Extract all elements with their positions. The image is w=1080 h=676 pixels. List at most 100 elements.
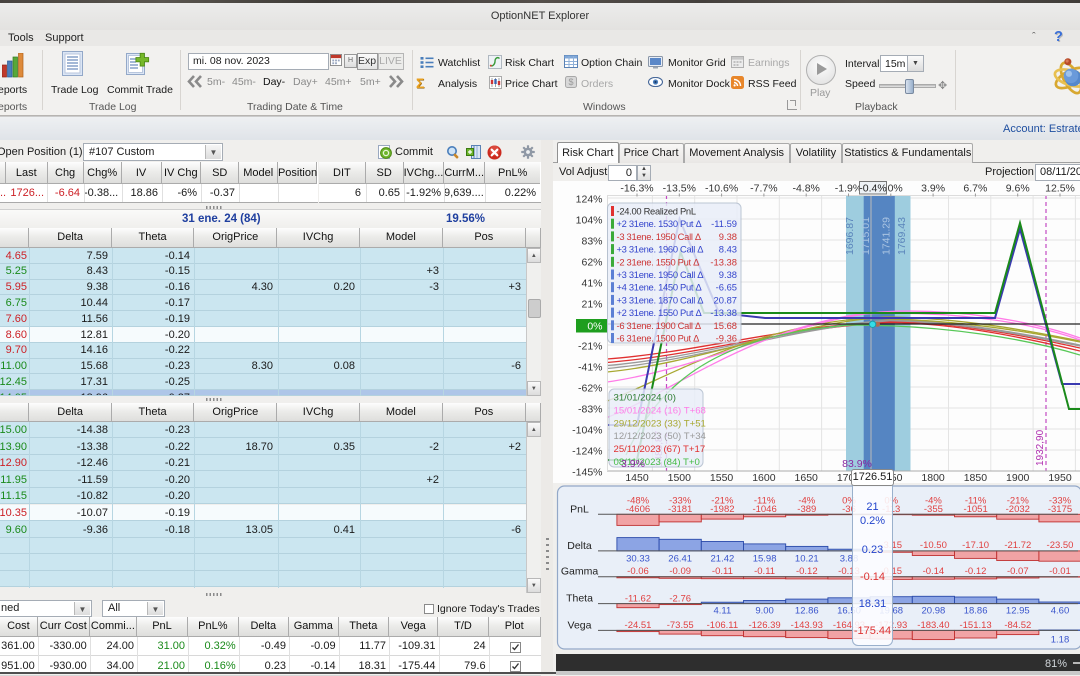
svg-text:104%: 104% bbox=[576, 215, 603, 227]
svg-text:15.98: 15.98 bbox=[753, 554, 777, 565]
svg-text:-0.11: -0.11 bbox=[712, 566, 733, 577]
svg-text:9.00: 9.00 bbox=[755, 606, 774, 617]
svg-text:4.11: 4.11 bbox=[714, 606, 732, 617]
svg-text:-13.38: -13.38 bbox=[710, 256, 737, 267]
svg-text:-83%: -83% bbox=[578, 404, 603, 416]
svg-text:41%: 41% bbox=[581, 278, 602, 290]
svg-text:12.5%: 12.5% bbox=[1045, 183, 1075, 195]
svg-text:-41%: -41% bbox=[578, 362, 603, 374]
svg-text:-126.39: -126.39 bbox=[748, 620, 780, 631]
svg-text:-0.12: -0.12 bbox=[796, 566, 818, 577]
svg-text:25/11/2023 (67) T+17: 25/11/2023 (67) T+17 bbox=[614, 444, 706, 455]
svg-text:-2.76: -2.76 bbox=[669, 593, 691, 604]
svg-text:20.98: 20.98 bbox=[922, 606, 946, 617]
svg-text:-143.93: -143.93 bbox=[791, 620, 823, 631]
svg-text:-21%: -21% bbox=[578, 341, 603, 353]
svg-text:6.7%: 6.7% bbox=[963, 183, 987, 195]
svg-text:12.86: 12.86 bbox=[795, 606, 819, 617]
svg-text:-24.51: -24.51 bbox=[625, 620, 652, 631]
svg-text:-2 31ene. 1550 Put Δ: -2 31ene. 1550 Put Δ bbox=[617, 256, 700, 267]
svg-text:-13.38: -13.38 bbox=[710, 307, 737, 318]
svg-text:-3175: -3175 bbox=[1048, 504, 1072, 515]
svg-text:-145%: -145% bbox=[572, 467, 602, 479]
svg-text:20.87: 20.87 bbox=[714, 294, 737, 305]
svg-text:Delta: Delta bbox=[567, 540, 592, 552]
svg-text:-6 31ene. 1900 Call Δ: -6 31ene. 1900 Call Δ bbox=[617, 320, 701, 331]
svg-text:-16.3%: -16.3% bbox=[620, 183, 653, 195]
svg-text:-17.10: -17.10 bbox=[962, 540, 989, 551]
svg-text:-0.06: -0.06 bbox=[627, 566, 649, 577]
svg-text:29/12/2023 (33) T+51: 29/12/2023 (33) T+51 bbox=[614, 418, 706, 429]
svg-text:-2032: -2032 bbox=[1006, 504, 1030, 515]
svg-text:9.38: 9.38 bbox=[719, 269, 737, 280]
svg-text:-1982: -1982 bbox=[710, 504, 734, 515]
svg-text:+4 31ene. 1450 Put Δ: +4 31ene. 1450 Put Δ bbox=[617, 282, 702, 293]
svg-text:-6 31ene. 1500 Put Δ: -6 31ene. 1500 Put Δ bbox=[617, 333, 700, 344]
svg-text:26.41: 26.41 bbox=[668, 554, 692, 565]
svg-text:-24.00 Realized PnL: -24.00 Realized PnL bbox=[617, 206, 696, 217]
svg-text:1741.29: 1741.29 bbox=[881, 217, 893, 255]
svg-text:+2 31ene. 1550 Put Δ: +2 31ene. 1550 Put Δ bbox=[617, 307, 702, 318]
svg-text:-3 31ene. 1950 Call Δ: -3 31ene. 1950 Call Δ bbox=[617, 231, 701, 242]
svg-text:PnL: PnL bbox=[570, 503, 589, 515]
svg-text:3.9%: 3.9% bbox=[921, 183, 945, 195]
svg-text:-11.62: -11.62 bbox=[625, 593, 651, 604]
svg-text:8.43: 8.43 bbox=[719, 244, 737, 255]
svg-text:+3 31ene. 1870 Call Δ: +3 31ene. 1870 Call Δ bbox=[617, 294, 704, 305]
svg-text:-106.11: -106.11 bbox=[707, 620, 739, 631]
svg-text:1.18: 1.18 bbox=[1051, 635, 1070, 646]
svg-text:62%: 62% bbox=[581, 257, 602, 269]
svg-text:9.6%: 9.6% bbox=[1006, 183, 1030, 195]
svg-text:-1046: -1046 bbox=[752, 504, 776, 515]
svg-text:15/01/2024 (16) T+68: 15/01/2024 (16) T+68 bbox=[614, 405, 706, 416]
svg-text:9.38: 9.38 bbox=[719, 231, 737, 242]
svg-text:-1051: -1051 bbox=[963, 504, 987, 515]
svg-text:18.86: 18.86 bbox=[964, 606, 988, 617]
svg-text:-4.8%: -4.8% bbox=[792, 183, 819, 195]
svg-text:Gamma: Gamma bbox=[561, 566, 599, 578]
svg-text:31/01/2024 (0): 31/01/2024 (0) bbox=[614, 393, 676, 404]
svg-text:-21.72: -21.72 bbox=[1004, 540, 1031, 551]
svg-text:10.21: 10.21 bbox=[795, 554, 819, 565]
svg-text:-10.50: -10.50 bbox=[920, 540, 947, 551]
svg-text:+2 31ene. 1530 Put Δ: +2 31ene. 1530 Put Δ bbox=[617, 218, 702, 229]
svg-text:12/12/2023 (50) T+34: 12/12/2023 (50) T+34 bbox=[614, 431, 707, 442]
svg-text:124%: 124% bbox=[576, 194, 603, 206]
svg-text:21.42: 21.42 bbox=[711, 554, 735, 565]
svg-text:1769.43: 1769.43 bbox=[896, 217, 908, 255]
svg-text:-4606: -4606 bbox=[626, 504, 650, 515]
svg-text:+3 31ene. 1950 Call Δ: +3 31ene. 1950 Call Δ bbox=[617, 269, 704, 280]
svg-text:83%: 83% bbox=[581, 236, 602, 248]
svg-text:-104%: -104% bbox=[572, 425, 602, 437]
svg-text:0%: 0% bbox=[587, 321, 602, 333]
svg-text:3.9%: 3.9% bbox=[621, 458, 645, 470]
svg-text:15.68: 15.68 bbox=[714, 320, 737, 331]
svg-text:-0.11: -0.11 bbox=[754, 566, 775, 577]
svg-text:21%: 21% bbox=[581, 299, 602, 311]
svg-text:-124%: -124% bbox=[572, 446, 602, 458]
svg-text:-0.4%: -0.4% bbox=[859, 183, 886, 195]
svg-text:-389: -389 bbox=[797, 504, 816, 515]
svg-text:-6.65: -6.65 bbox=[716, 282, 737, 293]
svg-text:-73.55: -73.55 bbox=[667, 620, 694, 631]
svg-text:-62%: -62% bbox=[578, 383, 603, 395]
svg-text:4.60: 4.60 bbox=[1051, 606, 1070, 617]
svg-text:-11.59: -11.59 bbox=[711, 218, 737, 229]
svg-text:-0.12: -0.12 bbox=[965, 566, 987, 577]
svg-text:-9.36: -9.36 bbox=[716, 333, 737, 344]
svg-text:-0.01: -0.01 bbox=[1049, 566, 1071, 577]
svg-text:-0.09: -0.09 bbox=[669, 566, 691, 577]
svg-text:-1.9%: -1.9% bbox=[835, 183, 862, 195]
svg-text:12.95: 12.95 bbox=[1006, 606, 1030, 617]
svg-text:Theta: Theta bbox=[566, 593, 593, 605]
svg-text:-151.13: -151.13 bbox=[959, 620, 991, 631]
svg-text:Vega: Vega bbox=[568, 619, 592, 631]
svg-text:1696.87: 1696.87 bbox=[844, 217, 856, 255]
svg-text:+3 31ene. 1960 Call Δ: +3 31ene. 1960 Call Δ bbox=[617, 244, 704, 255]
svg-text:-0.07: -0.07 bbox=[1007, 566, 1029, 577]
svg-text:$: $ bbox=[568, 77, 573, 87]
svg-text:-355: -355 bbox=[924, 504, 943, 515]
svg-text:-10.6%: -10.6% bbox=[705, 183, 738, 195]
svg-text:-3181: -3181 bbox=[668, 504, 692, 515]
svg-text:-23.50: -23.50 bbox=[1047, 540, 1074, 551]
